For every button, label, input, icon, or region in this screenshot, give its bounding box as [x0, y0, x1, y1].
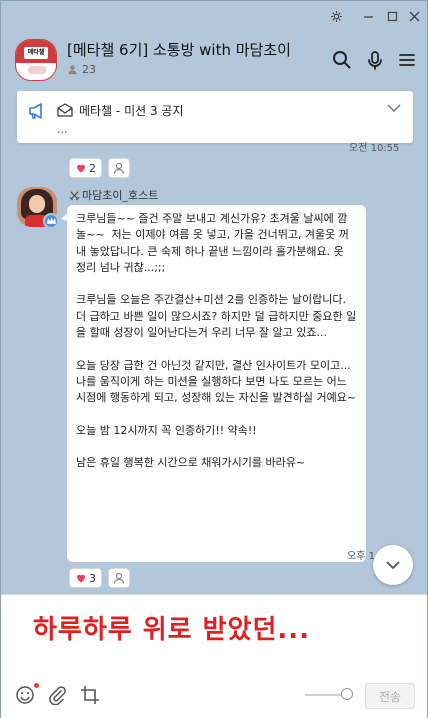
- crown-icon: [46, 217, 56, 224]
- host-crown-badge: [43, 213, 59, 229]
- close-icon[interactable]: [405, 7, 423, 25]
- room-avatar-label: 메타챌: [24, 47, 48, 59]
- member-count[interactable]: 23: [67, 63, 96, 76]
- person-icon: [113, 162, 125, 174]
- person-reaction[interactable]: [108, 158, 130, 178]
- chevron-down-icon: [386, 561, 400, 570]
- avatar-face: [29, 195, 45, 213]
- maximize-icon[interactable]: [383, 7, 401, 25]
- heart-icon: [77, 574, 85, 583]
- heart-reaction[interactable]: 2: [69, 158, 102, 178]
- emoticon-icon[interactable]: [15, 685, 35, 705]
- menu-icon[interactable]: [396, 49, 418, 71]
- crossed-swords-icon: [69, 190, 80, 201]
- crop-icon[interactable]: [80, 685, 100, 705]
- previous-message-time: 오전 10:55: [349, 143, 400, 154]
- chevron-down-icon[interactable]: [387, 103, 401, 113]
- envelope-icon: [57, 103, 73, 117]
- message-input-area[interactable]: 하루하루 위로 받았던... 전송: [1, 594, 427, 718]
- minimize-icon[interactable]: [359, 7, 377, 25]
- heart-reaction[interactable]: 3: [69, 568, 102, 588]
- message-reactions: 3: [69, 568, 130, 588]
- heart-icon: [77, 164, 85, 173]
- room-title: [메타챌 6기] 소통방 with 마담초이: [67, 41, 291, 59]
- members-icon: [68, 65, 77, 75]
- heart-reaction-count: 2: [89, 161, 96, 175]
- font-size-slider-handle[interactable]: [341, 688, 353, 700]
- previous-reactions: 2: [69, 158, 130, 178]
- room-avatar[interactable]: 메타챌: [15, 39, 57, 81]
- notice-preview: ...: [57, 123, 68, 136]
- scroll-down-button[interactable]: [373, 545, 413, 585]
- notice-title: 메타챌 - 미션 3 공지: [79, 104, 184, 118]
- chat-window: 메타챌 [메타챌 6기] 소통방 with 마담초이 23 메타챌 - 미션 3…: [0, 0, 428, 718]
- title-bar: 메타챌 [메타챌 6기] 소통방 with 마담초이 23: [1, 1, 427, 87]
- member-count-value: 23: [82, 63, 96, 76]
- megaphone-icon: [29, 103, 42, 119]
- microphone-icon[interactable]: [364, 49, 386, 71]
- send-button[interactable]: 전송: [365, 683, 415, 709]
- sender-name[interactable]: 마담초이_호스트: [69, 187, 158, 203]
- notice-banner[interactable]: 메타챌 - 미션 3 공지 ...: [17, 91, 413, 143]
- message-bubble[interactable]: 크루님들~~ 즐건 주말 보내고 계신가유? 초겨울 날씨에 깜놀~~ 저는 이…: [61, 205, 366, 562]
- settings-icon[interactable]: [327, 7, 345, 25]
- search-icon[interactable]: [331, 49, 353, 71]
- attachment-icon[interactable]: [47, 685, 67, 705]
- heart-reaction-count: 3: [89, 571, 96, 585]
- person-icon: [113, 572, 125, 584]
- new-indicator-dot: [34, 683, 39, 688]
- room-avatar-figure: [28, 66, 46, 74]
- person-reaction[interactable]: [108, 568, 130, 588]
- message-input[interactable]: 하루하루 위로 받았던...: [33, 609, 310, 646]
- sender-name-text: 마담초이_호스트: [82, 189, 159, 202]
